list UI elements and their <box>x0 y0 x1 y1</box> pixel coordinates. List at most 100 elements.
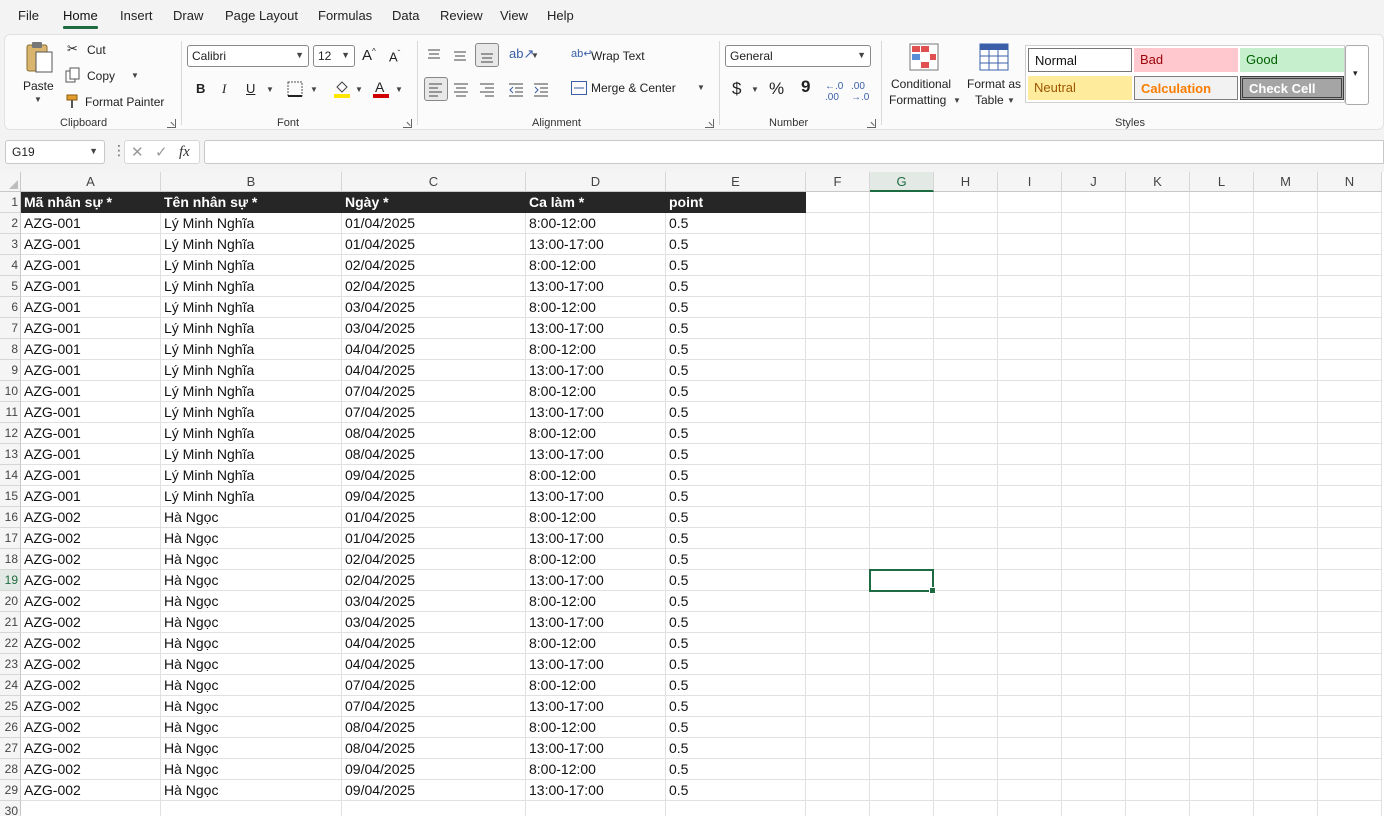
chevron-down-icon[interactable]: ▼ <box>266 85 274 94</box>
table-cell[interactable]: AZG-001 <box>21 360 161 381</box>
column-header-c[interactable]: C <box>342 172 526 192</box>
table-cell[interactable]: Hà Ngọc <box>161 759 342 780</box>
style-neutral[interactable]: Neutral <box>1028 76 1132 100</box>
format-as-table-button[interactable]: Format as Table ▼ <box>963 39 1025 109</box>
table-cell[interactable]: 13:00-17:00 <box>526 234 666 255</box>
number-launcher-icon[interactable] <box>867 119 876 128</box>
table-cell[interactable]: 0.5 <box>666 465 806 486</box>
table-cell[interactable]: Hà Ngọc <box>161 612 342 633</box>
table-cell[interactable]: 13:00-17:00 <box>526 486 666 507</box>
table-cell[interactable]: AZG-002 <box>21 528 161 549</box>
table-cell[interactable]: 0.5 <box>666 612 806 633</box>
table-cell[interactable]: 0.5 <box>666 633 806 654</box>
tab-file[interactable]: File <box>18 8 39 23</box>
table-cell[interactable]: AZG-002 <box>21 675 161 696</box>
table-cell[interactable]: 01/04/2025 <box>342 234 526 255</box>
row-header-22[interactable]: 22 <box>0 633 21 654</box>
tab-page-layout[interactable]: Page Layout <box>225 8 298 23</box>
number-format-dropdown[interactable]: General ▼ <box>725 45 871 67</box>
table-cell[interactable]: 13:00-17:00 <box>526 360 666 381</box>
table-cell[interactable]: AZG-002 <box>21 507 161 528</box>
table-cell[interactable]: 0.5 <box>666 360 806 381</box>
row-header-27[interactable]: 27 <box>0 738 21 759</box>
style-normal[interactable]: Normal <box>1028 48 1132 72</box>
table-cell[interactable]: Lý Minh Nghĩa <box>161 402 342 423</box>
table-cell[interactable]: Hà Ngọc <box>161 591 342 612</box>
table-cell[interactable]: 01/04/2025 <box>342 528 526 549</box>
table-cell[interactable]: 0.5 <box>666 255 806 276</box>
table-cell[interactable]: 03/04/2025 <box>342 297 526 318</box>
table-cell[interactable]: Lý Minh Nghĩa <box>161 297 342 318</box>
select-all-button[interactable] <box>0 172 21 192</box>
table-cell[interactable]: AZG-001 <box>21 339 161 360</box>
table-cell[interactable]: 02/04/2025 <box>342 255 526 276</box>
borders-icon[interactable] <box>287 81 303 97</box>
table-cell[interactable]: 13:00-17:00 <box>526 612 666 633</box>
table-cell[interactable]: 8:00-12:00 <box>526 675 666 696</box>
column-header-d[interactable]: D <box>526 172 666 192</box>
row-header-21[interactable]: 21 <box>0 612 21 633</box>
style-good[interactable]: Good <box>1240 48 1344 72</box>
style-check-cell[interactable]: Check Cell <box>1240 76 1344 100</box>
row-header-6[interactable]: 6 <box>0 297 21 318</box>
table-cell[interactable]: Hà Ngọc <box>161 780 342 801</box>
table-cell[interactable]: 8:00-12:00 <box>526 339 666 360</box>
table-cell[interactable]: Lý Minh Nghĩa <box>161 465 342 486</box>
table-cell[interactable]: AZG-001 <box>21 423 161 444</box>
row-header-30[interactable]: 30 <box>0 801 21 816</box>
table-cell[interactable]: 0.5 <box>666 381 806 402</box>
alignment-launcher-icon[interactable] <box>705 119 714 128</box>
row-header-20[interactable]: 20 <box>0 591 21 612</box>
row-header-14[interactable]: 14 <box>0 465 21 486</box>
table-cell[interactable]: 03/04/2025 <box>342 318 526 339</box>
table-cell[interactable]: AZG-001 <box>21 318 161 339</box>
formula-input[interactable] <box>204 140 1384 164</box>
table-cell[interactable]: 0.5 <box>666 213 806 234</box>
insert-function-icon[interactable]: fx <box>179 144 190 161</box>
italic-button[interactable]: I <box>222 81 226 97</box>
table-cell[interactable]: 07/04/2025 <box>342 402 526 423</box>
table-cell[interactable]: 09/04/2025 <box>342 486 526 507</box>
spreadsheet-grid[interactable]: ABCDEFGHIJKLMN 1 2 3 4 5 6 7 8 9 10 11 12 13 14 15 16 17… <box>0 172 1384 816</box>
table-cell[interactable]: AZG-002 <box>21 549 161 570</box>
row-header-11[interactable]: 11 <box>0 402 21 423</box>
decrease-decimal-icon[interactable]: .00 →.0 <box>851 81 869 103</box>
table-cell[interactable]: 8:00-12:00 <box>526 633 666 654</box>
row-header-1[interactable]: 1 <box>0 192 21 213</box>
align-center-icon[interactable] <box>453 81 469 97</box>
column-header-a[interactable]: A <box>21 172 161 192</box>
table-cell[interactable]: Lý Minh Nghĩa <box>161 255 342 276</box>
table-cell[interactable]: 0.5 <box>666 654 806 675</box>
table-cell[interactable]: 13:00-17:00 <box>526 780 666 801</box>
font-launcher-icon[interactable] <box>403 119 412 128</box>
increase-decimal-icon[interactable]: ←.0.00 <box>825 81 843 103</box>
table-cell[interactable]: AZG-001 <box>21 465 161 486</box>
column-header-n[interactable]: N <box>1318 172 1382 192</box>
row-header-10[interactable]: 10 <box>0 381 21 402</box>
tab-help[interactable]: Help <box>547 8 574 23</box>
table-cell[interactable]: 0.5 <box>666 297 806 318</box>
chevron-down-icon[interactable]: ▼ <box>531 51 539 60</box>
row-header-17[interactable]: 17 <box>0 528 21 549</box>
table-cell[interactable]: 0.5 <box>666 570 806 591</box>
table-cell[interactable]: 01/04/2025 <box>342 213 526 234</box>
column-header-k[interactable]: K <box>1126 172 1190 192</box>
table-cell[interactable]: Lý Minh Nghĩa <box>161 381 342 402</box>
table-header-cell[interactable]: Ca làm * <box>526 192 666 213</box>
table-cell[interactable]: 0.5 <box>666 675 806 696</box>
tab-view[interactable]: View <box>500 8 528 23</box>
row-header-18[interactable]: 18 <box>0 549 21 570</box>
row-header-12[interactable]: 12 <box>0 423 21 444</box>
table-cell[interactable]: AZG-002 <box>21 633 161 654</box>
column-header-g[interactable]: G <box>870 172 934 192</box>
font-name-dropdown[interactable]: Calibri ▼ <box>187 45 309 67</box>
table-cell[interactable]: 0.5 <box>666 402 806 423</box>
table-cell[interactable]: 8:00-12:00 <box>526 759 666 780</box>
table-cell[interactable]: AZG-001 <box>21 381 161 402</box>
table-cell[interactable]: Hà Ngọc <box>161 696 342 717</box>
table-cell[interactable]: Hà Ngọc <box>161 654 342 675</box>
font-size-dropdown[interactable]: 12 ▼ <box>313 45 355 67</box>
table-cell[interactable]: Hà Ngọc <box>161 549 342 570</box>
table-cell[interactable]: 08/04/2025 <box>342 717 526 738</box>
table-cell[interactable]: 13:00-17:00 <box>526 654 666 675</box>
